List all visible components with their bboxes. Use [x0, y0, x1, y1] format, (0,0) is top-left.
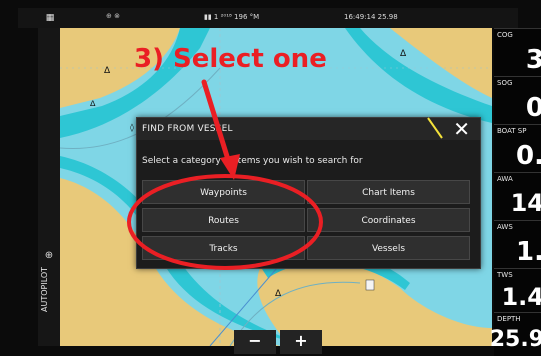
chartplotter-screen: Δ ᐃ ◊ Δ Δ ▦ ⊕ ⊗ ▮▮ 1 ²⁰¹⁸ 196 °M 16:49:1…: [0, 0, 541, 356]
annotation-label: 3) Select one: [134, 44, 327, 74]
